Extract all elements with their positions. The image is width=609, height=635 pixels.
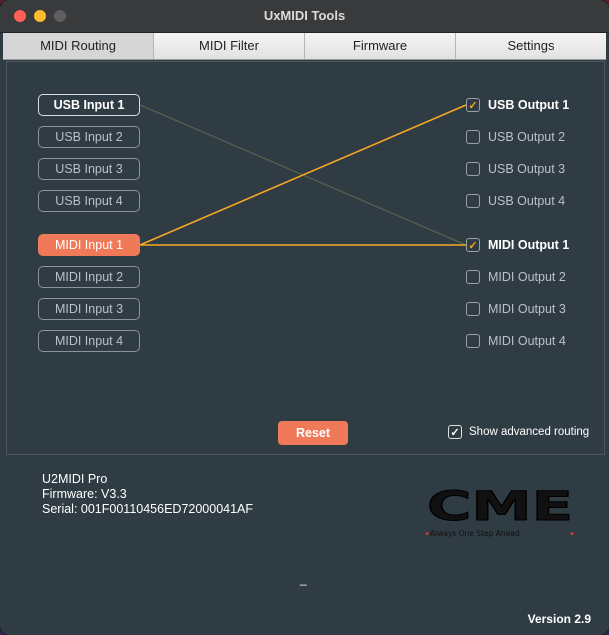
input-midi-1[interactable]: MIDI Input 1	[38, 234, 140, 256]
input-midi-3[interactable]: MIDI Input 3	[38, 298, 140, 320]
logo-tagline: Always One Step Ahead	[430, 529, 520, 538]
input-usb-3[interactable]: USB Input 3	[38, 158, 140, 180]
show-advanced-routing-toggle[interactable]: ✓ Show advanced routing	[448, 425, 589, 439]
output-label: MIDI Output 2	[488, 270, 566, 284]
status-indicator: _	[300, 572, 307, 586]
output-usb-4[interactable]: USB Output 4	[466, 192, 565, 210]
output-midi-4[interactable]: MIDI Output 4	[466, 332, 566, 350]
output-label: USB Output 2	[488, 130, 566, 144]
checkbox[interactable]	[466, 334, 480, 348]
input-usb-4[interactable]: USB Input 4	[38, 190, 140, 212]
output-usb-3[interactable]: USB Output 3	[466, 160, 565, 178]
device-info: U2MIDI Pro Firmware: V3.3 Serial: 001F00…	[42, 472, 253, 517]
output-midi-3[interactable]: MIDI Output 3	[466, 300, 566, 318]
checkmark-icon[interactable]: ✓	[466, 238, 480, 252]
checkmark-icon[interactable]: ✓	[448, 425, 462, 439]
input-usb-2[interactable]: USB Input 2	[38, 126, 140, 148]
checkbox[interactable]	[466, 130, 480, 144]
checkbox[interactable]	[466, 194, 480, 208]
input-midi-2[interactable]: MIDI Input 2	[38, 266, 140, 288]
output-label: MIDI Output 4	[488, 334, 566, 348]
reset-button[interactable]: Reset	[278, 421, 348, 445]
device-name: U2MIDI Pro	[42, 472, 108, 486]
checkbox[interactable]	[466, 302, 480, 316]
checkbox[interactable]	[466, 162, 480, 176]
app-version: Version 2.9	[527, 612, 591, 626]
output-midi-2[interactable]: MIDI Output 2	[466, 268, 566, 286]
checkbox[interactable]	[466, 270, 480, 284]
checkmark-icon[interactable]: ✓	[466, 98, 480, 112]
input-midi-4[interactable]: MIDI Input 4	[38, 330, 140, 352]
output-usb-2[interactable]: USB Output 2	[466, 128, 565, 146]
output-label: MIDI Output 1	[488, 238, 570, 252]
output-label: USB Output 4	[488, 194, 566, 208]
cme-logo: CME Always One Step Ahead	[425, 484, 574, 538]
show-advanced-routing-label: Show advanced routing	[469, 426, 590, 438]
output-midi-1[interactable]: ✓ MIDI Output 1	[466, 236, 569, 254]
firmware-version: Firmware: V3.3	[42, 487, 127, 501]
output-label: USB Output 1	[488, 98, 570, 112]
input-usb-1[interactable]: USB Input 1	[38, 94, 140, 116]
output-usb-1[interactable]: ✓ USB Output 1	[466, 96, 569, 114]
output-label: USB Output 3	[488, 162, 566, 176]
app-window: UxMIDI Tools MIDI Routing MIDI Filter Fi…	[0, 0, 609, 635]
output-label: MIDI Output 3	[488, 302, 566, 316]
logo-brand: CME	[427, 484, 573, 530]
serial-number: Serial: 001F00110456ED72000041AF	[42, 502, 254, 516]
